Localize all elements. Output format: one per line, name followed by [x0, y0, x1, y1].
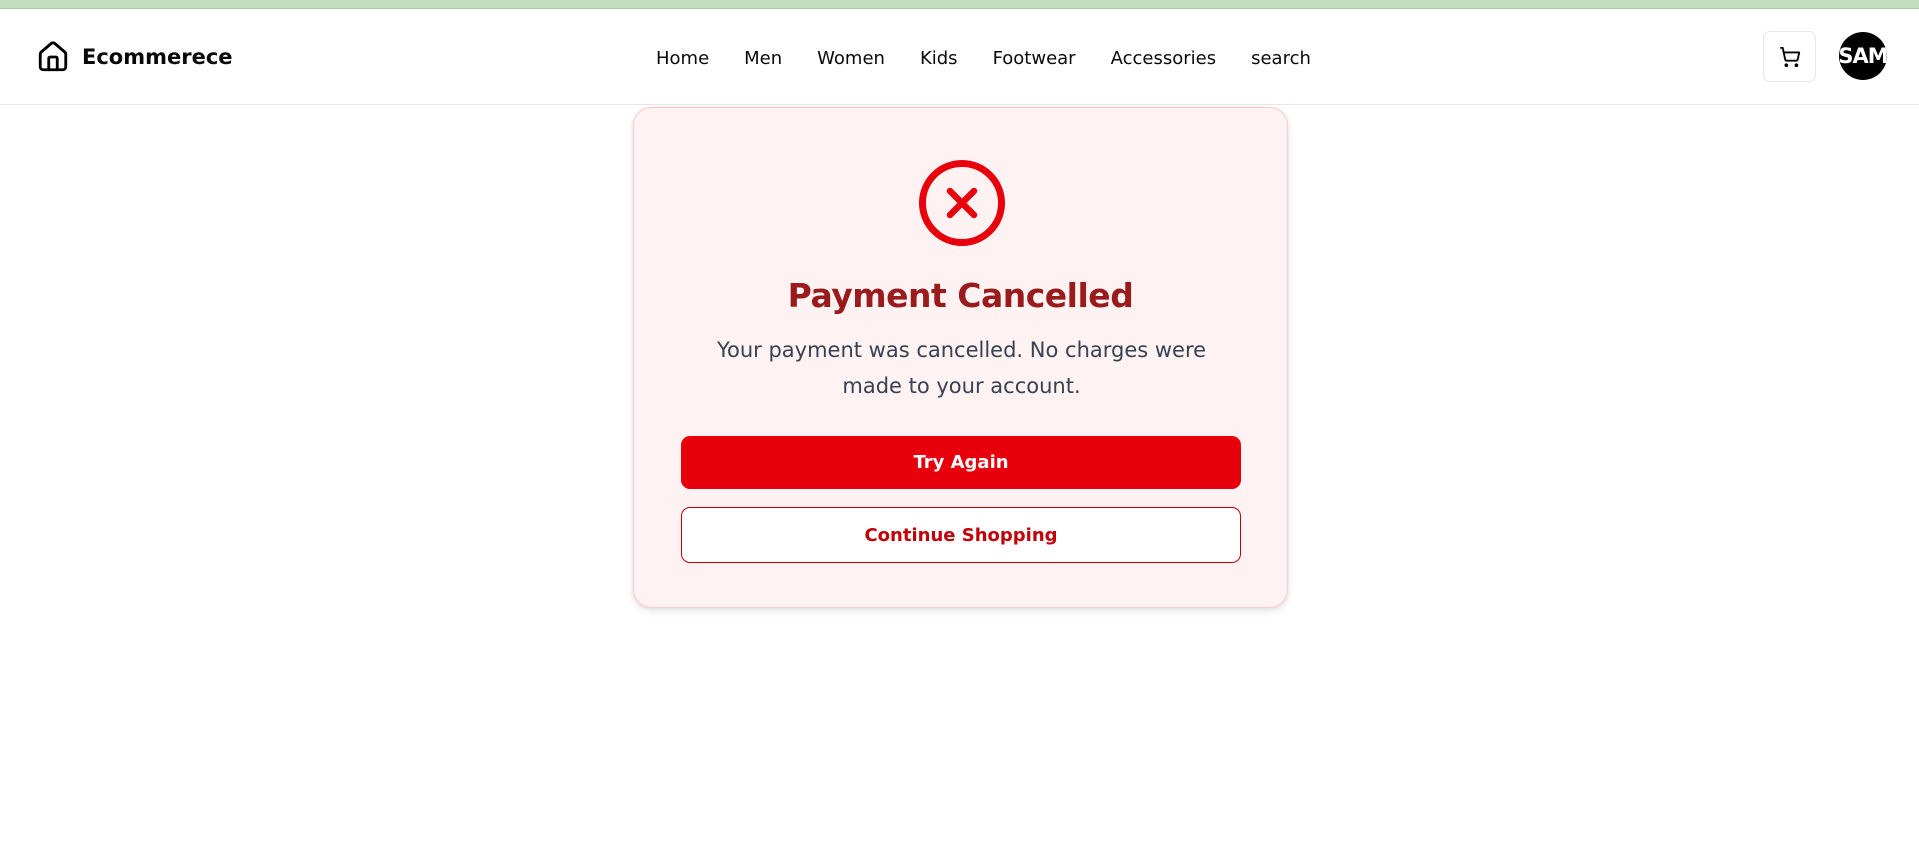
nav-link-footwear[interactable]: Footwear: [993, 48, 1076, 69]
nav-link-men[interactable]: Men: [744, 48, 782, 69]
top-strip: [0, 0, 1919, 9]
page-title: Payment Cancelled: [787, 276, 1134, 315]
user-avatar[interactable]: SAM: [1839, 32, 1887, 80]
payment-cancelled-card: Payment Cancelled Your payment was cance…: [633, 107, 1288, 608]
x-circle-icon: [918, 159, 1006, 247]
status-message: Your payment was cancelled. No charges w…: [716, 338, 1207, 398]
main-nav: Home Men Women Kids Footwear Accessories…: [656, 44, 1311, 72]
home-icon: [38, 41, 68, 72]
nav-link-accessories[interactable]: Accessories: [1111, 48, 1217, 69]
nav-link-women[interactable]: Women: [817, 48, 885, 69]
nav-link-search[interactable]: search: [1251, 48, 1311, 69]
nav-link-kids[interactable]: Kids: [920, 48, 958, 69]
try-again-button[interactable]: Try Again: [681, 436, 1241, 489]
shopping-cart-icon: [1779, 46, 1800, 67]
cart-button[interactable]: [1763, 31, 1816, 82]
nav-link-home[interactable]: Home: [656, 48, 709, 69]
site-header: Ecommerece Home Men Women Kids Footwear …: [0, 9, 1919, 105]
brand-link[interactable]: Ecommerece: [36, 37, 233, 77]
continue-shopping-button[interactable]: Continue Shopping: [681, 507, 1241, 563]
brand-name: Ecommerece: [82, 45, 233, 69]
